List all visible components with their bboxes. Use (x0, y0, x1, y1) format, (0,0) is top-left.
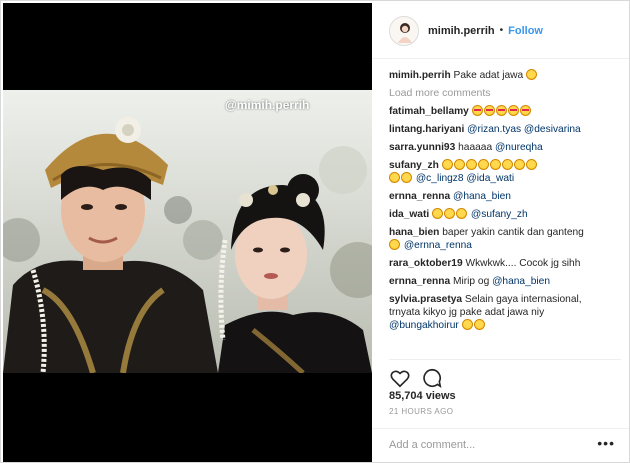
instagram-post-window: @mimih.perrih mimih.perrih • Follow mimi… (0, 0, 630, 463)
couple-photo-illustration (3, 90, 372, 373)
comment-row: ernna_renna Mirip og @hana_bien (389, 275, 621, 288)
avatar-icon (390, 16, 418, 45)
laughing-emoji-icon (473, 319, 485, 330)
mention-link[interactable]: @rizan.tyas (467, 124, 521, 135)
comment-text: Mirip og (453, 276, 490, 287)
heart-outline-icon[interactable] (389, 367, 411, 389)
comment-username[interactable]: ida_wati (389, 209, 429, 220)
comment-username[interactable]: ernna_renna (389, 191, 450, 202)
comment-row: ida_wati @sufany_zh (389, 208, 621, 221)
laughing-emoji-icon (501, 159, 513, 170)
caption: mimih.perrih Pake adat jawa (389, 69, 621, 82)
heart-eyes-emoji-icon (519, 105, 531, 116)
load-more-comments[interactable]: Load more comments (389, 87, 621, 99)
comment-username[interactable]: sarra.yunni93 (389, 142, 455, 153)
comment-bubble-icon[interactable] (421, 367, 443, 389)
profile-avatar[interactable] (389, 15, 419, 46)
comment-row-continued: @ernna_renna (389, 239, 621, 252)
comment-row: sarra.yunni93 haaaaa @nureqha (389, 141, 621, 154)
post-photo[interactable]: @mimih.perrih (3, 90, 372, 373)
laughing-emoji-icon (453, 159, 465, 170)
heart-eyes-emoji-icon (495, 105, 507, 116)
comment-text: Wkwkwk.... Cocok jg sihh (465, 258, 581, 269)
comment-row: sufany_zh (389, 159, 621, 172)
more-options-icon[interactable]: ••• (597, 435, 615, 451)
mention-link[interactable]: @hana_bien (492, 276, 550, 287)
comment-row: fatimah_bellamy (389, 105, 621, 118)
comment-text: haaaaa (458, 142, 493, 153)
laughing-emoji-icon (477, 159, 489, 170)
laughing-emoji-icon (444, 208, 456, 219)
laughing-emoji-icon (441, 159, 453, 170)
comment-row: ernna_renna @hana_bien (389, 190, 621, 203)
emoji-icon (526, 69, 538, 80)
caption-text: Pake adat jawa (453, 70, 524, 81)
comment-text: baper yakin cantik dan ganteng (442, 227, 584, 238)
mention-link[interactable]: @bungakhoirur (389, 320, 459, 331)
laughing-emoji-icon (456, 208, 468, 219)
mention-link[interactable]: @hana_bien (453, 191, 511, 202)
heart-eyes-emoji-icon (507, 105, 519, 116)
laughing-emoji-icon (401, 172, 412, 183)
follow-button[interactable]: Follow (508, 25, 543, 37)
comment-row-continued: @bungakhoirur (389, 319, 621, 332)
comment-username[interactable]: sufany_zh (389, 160, 439, 171)
comment-username[interactable]: sylvia.prasetya (389, 294, 462, 305)
comment-row: lintang.hariyani @rizan.tyas @desivarina (389, 123, 621, 136)
comment-row: sylvia.prasetya Selain gaya internasiona… (389, 293, 621, 306)
caption-username[interactable]: mimih.perrih (389, 70, 451, 81)
mention-link[interactable]: @nureqha (495, 142, 543, 153)
post-header: mimih.perrih • Follow (372, 3, 629, 59)
mention-link[interactable]: @sufany_zh (471, 209, 528, 220)
post-username[interactable]: mimih.perrih (428, 25, 495, 37)
laughing-emoji-icon (432, 208, 444, 219)
comment-row: hana_bien baper yakin cantik dan ganteng (389, 226, 621, 239)
mention-link[interactable]: @ernna_renna (404, 240, 472, 251)
photo-watermark: @mimih.perrih (225, 98, 310, 112)
mention-link[interactable]: @c_lingz8 (416, 173, 464, 184)
comment-text: Selain gaya internasional, (464, 294, 582, 305)
separator-dot: • (499, 25, 504, 36)
comment-row-continued: trnyata kikyo jg pake adat jawa niy (389, 306, 621, 319)
laughing-emoji-icon (525, 159, 537, 170)
post-sidebar: mimih.perrih • Follow mimih.perrih Pake … (372, 3, 629, 462)
mention-link[interactable]: @desivarina (524, 124, 581, 135)
comment-username[interactable]: hana_bien (389, 227, 439, 238)
comment-text: trnyata kikyo jg pake adat jawa niy (389, 307, 545, 318)
laughing-emoji-icon (389, 172, 400, 183)
comments-list[interactable]: mimih.perrih Pake adat jawa Load more co… (389, 69, 621, 357)
comment-username[interactable]: lintang.hariyani (389, 124, 464, 135)
heart-eyes-emoji-icon (483, 105, 495, 116)
post-timestamp[interactable]: 21 HOURS AGO (389, 407, 453, 416)
laughing-emoji-icon (465, 159, 477, 170)
comment-username[interactable]: fatimah_bellamy (389, 106, 469, 117)
comment-username[interactable]: ernna_renna (389, 276, 450, 287)
comment-row-continued: @c_lingz8 @ida_wati (389, 172, 621, 185)
laughing-emoji-icon (489, 159, 501, 170)
post-actions (389, 359, 621, 389)
laughing-emoji-icon (461, 319, 473, 330)
heart-eyes-emoji-icon (471, 105, 483, 116)
add-comment-input[interactable]: Add a comment... (372, 428, 629, 462)
comment-row: rara_oktober19 Wkwkwk.... Cocok jg sihh (389, 257, 621, 270)
laughing-emoji-icon (513, 159, 525, 170)
laughing-emoji-icon (389, 239, 400, 250)
mention-link[interactable]: @ida_wati (466, 173, 514, 184)
comment-username[interactable]: rara_oktober19 (389, 258, 463, 269)
view-count[interactable]: 85,704 views (389, 390, 456, 402)
post-media[interactable]: @mimih.perrih (3, 3, 372, 462)
